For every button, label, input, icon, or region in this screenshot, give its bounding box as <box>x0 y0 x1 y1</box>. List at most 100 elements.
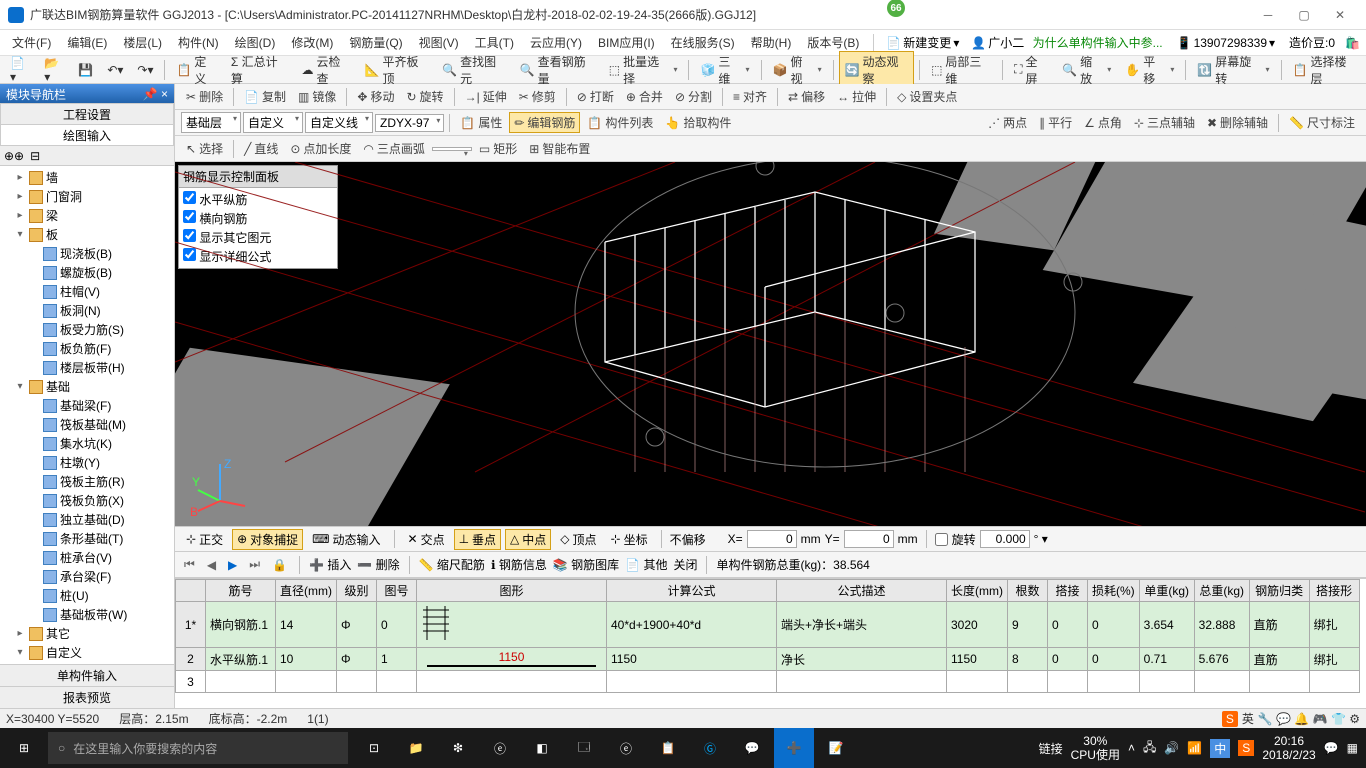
tray-up-icon[interactable]: ˄ <box>1128 741 1135 755</box>
task-app4[interactable]: 🗔 <box>564 728 604 768</box>
tree-item[interactable]: 螺旋板(B) <box>0 263 174 282</box>
scale-match-button[interactable]: 📏 缩尺配筋 <box>419 556 485 573</box>
category-combo[interactable]: 自定义 <box>243 112 303 133</box>
code-combo[interactable]: ZDYX-97 <box>375 114 444 132</box>
tree-item[interactable]: 基础板带(W) <box>0 605 174 624</box>
dynamic-view-button[interactable]: 🔄 动态观察 <box>839 51 915 89</box>
start-button[interactable]: ⊞ <box>0 728 48 768</box>
grid-cell[interactable]: 0 <box>1048 602 1088 648</box>
rotate-button[interactable]: ↻ 旋转 <box>401 86 448 107</box>
grid-cell[interactable]: Φ <box>337 648 377 671</box>
ime-indicator[interactable]: 中 <box>1210 739 1230 758</box>
undo-icon[interactable]: ↶▾ <box>101 61 129 79</box>
3d-button[interactable]: 🧊 三维 <box>694 51 755 89</box>
save-icon[interactable]: 💾 <box>72 61 99 79</box>
grid-cell[interactable]: 10 <box>276 648 337 671</box>
break-button[interactable]: ⊘ 打断 <box>572 86 619 107</box>
task-edge[interactable]: ⓔ <box>480 728 520 768</box>
cpu-meter[interactable]: 30%CPU使用 <box>1071 734 1120 763</box>
collapse-all-icon[interactable]: ⊟ <box>30 149 40 163</box>
close-button[interactable]: ✕ <box>1322 2 1358 28</box>
open-file-icon[interactable]: 📂▾ <box>38 54 70 86</box>
taskbar-search[interactable]: ○ 在这里输入你要搜索的内容 <box>48 732 348 764</box>
grid-cell[interactable]: 绑扎 <box>1309 602 1359 648</box>
y-input[interactable] <box>844 530 894 548</box>
tree-item[interactable]: 独立基础(D) <box>0 510 174 529</box>
col-header[interactable]: 损耗(%) <box>1088 580 1140 602</box>
grid-cell[interactable]: 1150 <box>947 648 1008 671</box>
ortho-toggle[interactable]: ⊹ 正交 <box>181 529 228 550</box>
split-button[interactable]: ⊘ 分割 <box>670 86 717 107</box>
offset-combo[interactable]: 不偏移 <box>670 531 724 548</box>
line-tool[interactable]: ╱ 直线 <box>239 138 283 159</box>
tree-item[interactable]: 柱墩(Y) <box>0 453 174 472</box>
grid-cell[interactable]: 0.71 <box>1139 648 1194 671</box>
grid-cell[interactable]: 横向钢筋.1 <box>206 602 276 648</box>
tree-item[interactable]: 现浇板(B) <box>0 244 174 263</box>
delete-button[interactable]: ✂ 删除 <box>181 86 228 107</box>
tab-draw-input[interactable]: 绘图输入 <box>0 124 174 146</box>
menu-floor[interactable]: 楼层(L) <box>117 32 168 53</box>
grid-cell[interactable]: 绑扎 <box>1309 648 1359 671</box>
expand-all-icon[interactable]: ⊕⊕ <box>4 149 24 163</box>
grid-cell[interactable]: 1150 <box>607 648 777 671</box>
select-floor-button[interactable]: 📋 选择楼层 <box>1287 51 1363 89</box>
point-angle-button[interactable]: ∠ 点角 <box>1079 112 1127 133</box>
grid-cell[interactable] <box>607 671 777 693</box>
col-header[interactable]: 根数 <box>1008 580 1048 602</box>
delete-row-button[interactable]: ➖ 删除 <box>357 556 399 573</box>
tray-extra-icon[interactable]: ▦ <box>1347 741 1358 755</box>
rebar-info-button[interactable]: ℹ 钢筋信息 <box>491 556 547 573</box>
sogou-tray-icon[interactable]: S <box>1238 740 1254 756</box>
tab-single-input[interactable]: 单构件输入 <box>0 664 174 686</box>
grid-cell[interactable]: 端头+净长+端头 <box>777 602 947 648</box>
menu-file[interactable]: 文件(F) <box>6 32 57 53</box>
grid-cell[interactable]: 直筋 <box>1249 602 1309 648</box>
grid-cell[interactable] <box>1048 671 1088 693</box>
tray-icons[interactable]: 🔧 💬 🔔 🎮 👕 ⚙ <box>1258 712 1360 726</box>
component-tree[interactable]: ▸墙▸门窗洞▸梁▾板现浇板(B)螺旋板(B)柱帽(V)板洞(N)板受力筋(S)板… <box>0 166 174 664</box>
other-button[interactable]: 📄 其他 <box>625 556 667 573</box>
grid-cell[interactable]: 水平纵筋.1 <box>206 648 276 671</box>
grid-cell[interactable]: 8 <box>1008 648 1048 671</box>
tray-bt-icon[interactable]: 📶 <box>1187 741 1202 755</box>
col-header[interactable]: 搭接形 <box>1309 580 1359 602</box>
grid-cell[interactable]: 直筋 <box>1249 648 1309 671</box>
copy-button[interactable]: 📄 复制 <box>239 86 291 107</box>
define-button[interactable]: 📋 定义 <box>170 51 222 89</box>
task-app6[interactable]: Ⓖ <box>690 728 730 768</box>
sum-calc-button[interactable]: Σ 汇总计算 <box>225 51 294 89</box>
intersect-snap[interactable]: ✕ 交点 <box>403 529 450 550</box>
stretch-button[interactable]: ↔ 拉伸 <box>832 86 881 107</box>
lock-icon[interactable]: 🔒 <box>269 558 290 572</box>
grid-cell[interactable]: 9 <box>1008 602 1048 648</box>
arc-combo[interactable] <box>432 147 472 151</box>
col-header[interactable]: 图形 <box>417 580 607 602</box>
tray-vol-icon[interactable]: 🔊 <box>1164 741 1179 755</box>
tip-text[interactable]: 为什么单构件输入中参... <box>1033 34 1163 51</box>
row-header[interactable]: 2 <box>176 648 206 671</box>
row-header[interactable]: 1* <box>176 602 206 648</box>
tree-item[interactable]: ▸其它 <box>0 624 174 643</box>
batch-select-button[interactable]: ⬚ 批量选择 <box>603 51 684 89</box>
grid-cell[interactable]: 净长 <box>777 648 947 671</box>
tree-item[interactable]: 桩承台(V) <box>0 548 174 567</box>
task-app7[interactable]: 💬 <box>732 728 772 768</box>
taskbar-clock[interactable]: 20:162018/2/23 <box>1262 734 1315 763</box>
pick-comp-button[interactable]: 👆 拾取构件 <box>660 112 736 133</box>
grid-cell[interactable] <box>947 671 1008 693</box>
grid-cell[interactable] <box>1139 671 1194 693</box>
rebar-lib-button[interactable]: 📚 钢筋图库 <box>553 556 619 573</box>
grid-cell[interactable]: 3020 <box>947 602 1008 648</box>
grid-cell[interactable]: 0 <box>1088 648 1140 671</box>
floor-combo[interactable]: 基础层 <box>181 112 241 133</box>
grid-cell[interactable] <box>1088 671 1140 693</box>
rect-tool[interactable]: ▭ 矩形 <box>474 138 522 159</box>
grid-cell[interactable] <box>417 671 607 693</box>
tree-item[interactable]: 基础梁(F) <box>0 396 174 415</box>
x-input[interactable] <box>747 530 797 548</box>
overlook-button[interactable]: 📦 俯视 <box>767 51 828 89</box>
prev-icon[interactable]: ◀ <box>204 558 219 572</box>
tree-item[interactable]: 板受力筋(S) <box>0 320 174 339</box>
del-aux-button[interactable]: ✖ 删除辅轴 <box>1202 112 1273 133</box>
